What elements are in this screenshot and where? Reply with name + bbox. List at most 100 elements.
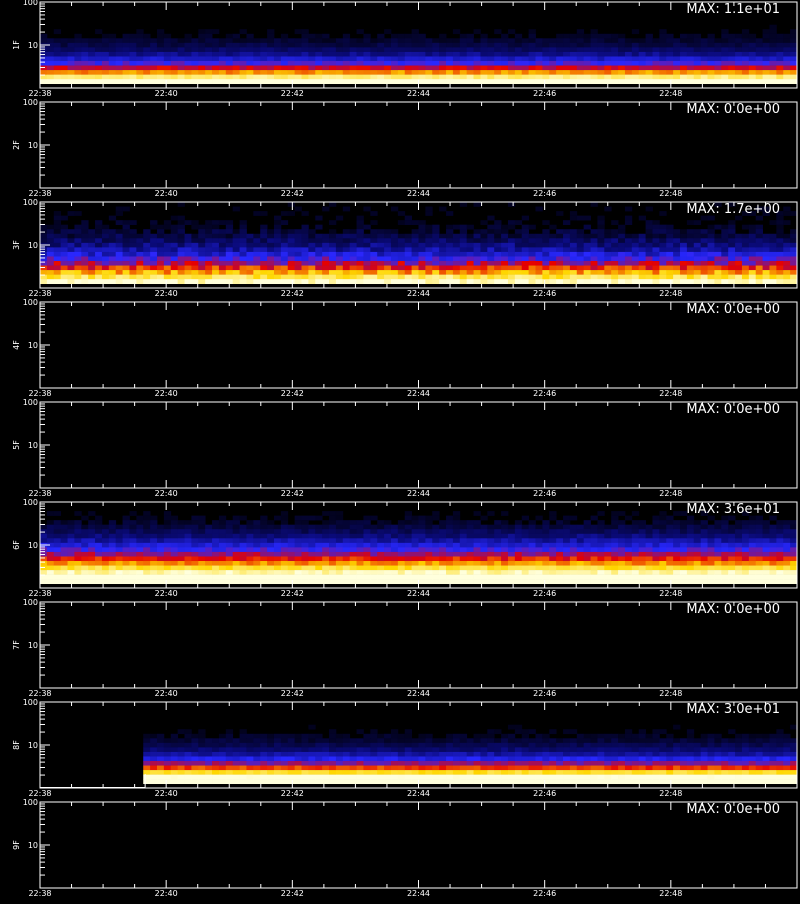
heatmap-cell	[742, 256, 749, 261]
heatmap-cell	[659, 547, 666, 552]
heatmap-cell	[219, 38, 226, 43]
heatmap-cell	[343, 275, 350, 280]
heatmap-cell	[54, 79, 61, 84]
heatmap-cell	[308, 547, 315, 552]
heatmap-cell	[74, 211, 81, 216]
heatmap-cell	[419, 238, 426, 243]
heatmap-cell	[405, 256, 412, 261]
heatmap-cell	[735, 552, 742, 557]
heatmap-cell	[47, 234, 54, 239]
heatmap-cell	[412, 570, 419, 575]
heatmap-cell	[357, 75, 364, 80]
heatmap-cell	[178, 547, 185, 552]
heatmap-cell	[240, 275, 247, 280]
heatmap-cell	[54, 43, 61, 48]
heatmap-cell	[205, 34, 212, 39]
heatmap-cell	[54, 66, 61, 71]
heatmap-cell	[302, 234, 309, 239]
heatmap-cell	[494, 56, 501, 61]
heatmap-cell	[377, 247, 384, 252]
heatmap-cell	[577, 52, 584, 57]
heatmap-cell	[81, 525, 88, 530]
heatmap-cell	[625, 79, 632, 84]
heatmap-cell	[659, 29, 666, 34]
heatmap-cell	[302, 529, 309, 534]
heatmap-cell	[240, 52, 247, 57]
heatmap-cell	[74, 38, 81, 43]
heatmap-cell	[336, 570, 343, 575]
heatmap-cell	[109, 579, 116, 584]
heatmap-cell	[790, 270, 797, 275]
heatmap-cell	[185, 556, 192, 561]
heatmap-cell	[288, 534, 295, 539]
heatmap-cell	[783, 256, 790, 261]
heatmap-cell	[522, 570, 529, 575]
heatmap-cell	[377, 534, 384, 539]
heatmap-cell	[253, 538, 260, 543]
heatmap-cell	[164, 61, 171, 66]
heatmap-cell	[212, 779, 219, 784]
heatmap-cell	[185, 220, 192, 225]
heatmap-cell	[776, 543, 783, 548]
heatmap-cell	[164, 43, 171, 48]
heatmap-cell	[790, 61, 797, 66]
heatmap-cell	[315, 556, 322, 561]
heatmap-cell	[226, 52, 233, 57]
heatmap-cell	[288, 552, 295, 557]
heatmap-cell	[763, 547, 770, 552]
heatmap-cell	[191, 761, 198, 766]
x-axis-ticks	[40, 302, 797, 388]
heatmap-cell	[790, 47, 797, 52]
heatmap-cell	[116, 261, 123, 266]
heatmap-cell	[54, 225, 61, 230]
heatmap-cell	[611, 252, 618, 257]
heatmap-cell	[432, 66, 439, 71]
heatmap-cell	[487, 52, 494, 57]
heatmap-cell	[542, 75, 549, 80]
heatmap-cell	[185, 43, 192, 48]
heatmap-cell	[460, 552, 467, 557]
heatmap-cell	[233, 234, 240, 239]
heatmap-cell	[95, 552, 102, 557]
heatmap-cell	[233, 770, 240, 775]
heatmap-cell	[501, 570, 508, 575]
heatmap-cell	[205, 243, 212, 248]
heatmap-cell	[398, 579, 405, 584]
heatmap-cell	[136, 66, 143, 71]
heatmap-cell	[240, 561, 247, 566]
heatmap-cell	[143, 516, 150, 521]
heatmap-cell	[728, 566, 735, 571]
heatmap-cell	[453, 47, 460, 52]
heatmap-cell	[522, 261, 529, 266]
heatmap-cell	[769, 52, 776, 57]
heatmap-cell	[68, 529, 75, 534]
heatmap-cell	[625, 575, 632, 580]
heatmap-cell	[769, 275, 776, 280]
heatmap-cell	[363, 56, 370, 61]
heatmap-cell	[136, 52, 143, 57]
heatmap-cell	[212, 234, 219, 239]
heatmap-cell	[398, 525, 405, 530]
heatmap-cell	[164, 775, 171, 780]
heatmap-cell	[535, 256, 542, 261]
heatmap-cell	[384, 266, 391, 271]
heatmap-cell	[432, 525, 439, 530]
heatmap-cell	[212, 520, 219, 525]
heatmap-cell	[646, 279, 653, 284]
heatmap-cell	[391, 52, 398, 57]
heatmap-cell	[109, 47, 116, 52]
heatmap-cell	[549, 66, 556, 71]
heatmap-cell	[302, 275, 309, 280]
heatmap-cell	[652, 561, 659, 566]
heatmap-cell	[240, 738, 247, 743]
heatmap-cell	[150, 538, 157, 543]
heatmap-cell	[632, 256, 639, 261]
heatmap-cell	[694, 279, 701, 284]
heatmap-cell	[708, 70, 715, 75]
heatmap-cell	[240, 279, 247, 284]
heatmap-cell	[535, 529, 542, 534]
heatmap-cell	[542, 256, 549, 261]
heatmap-cell	[508, 225, 515, 230]
heatmap-cell	[129, 579, 136, 584]
heatmap-cell	[515, 70, 522, 75]
